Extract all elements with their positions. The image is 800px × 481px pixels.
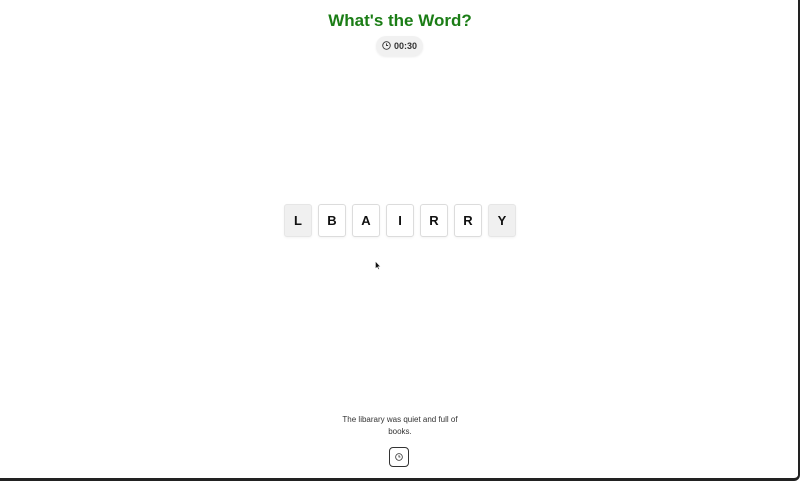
letter-tile[interactable]: R [454,204,482,237]
clock-icon [395,448,403,466]
letter-tile[interactable]: L [284,204,312,237]
letter-tile[interactable]: Y [488,204,516,237]
letter-tile[interactable]: A [352,204,380,237]
clock-icon [382,40,391,52]
timer-value: 00:30 [393,41,418,51]
hint-button[interactable] [389,447,409,467]
letter-tile[interactable]: B [318,204,346,237]
game-window: What's the Word? 00:30 L B A I R R Y The… [0,0,800,481]
mouse-pointer-icon [375,257,381,270]
hint-sentence: The libarary was quiet and full of books… [342,415,458,436]
page-title: What's the Word? [328,11,472,30]
timer-badge: 00:30 [376,36,423,56]
letter-tiles: L B A I R R Y [284,204,516,237]
letter-tile[interactable]: I [386,204,414,237]
letter-tile[interactable]: R [420,204,448,237]
